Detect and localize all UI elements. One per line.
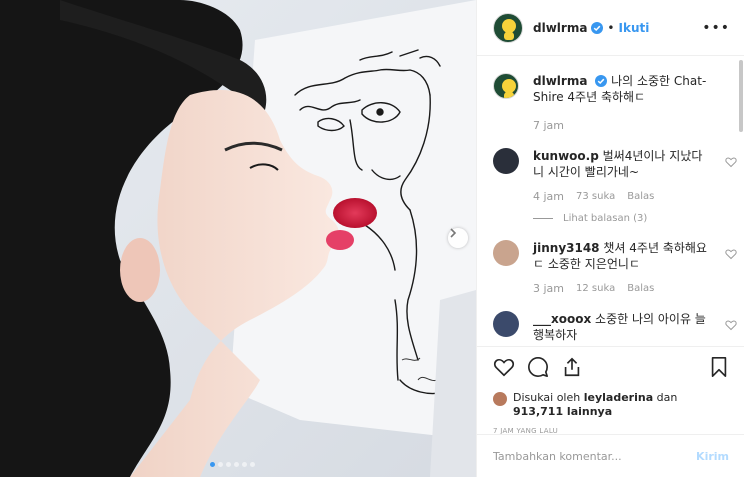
verified-badge-icon <box>595 75 608 87</box>
share-upload-icon[interactable] <box>561 356 583 378</box>
comments-list[interactable]: dlwlrma 나의 소중한 Chat-Shire 4주년 축하해ㄷ 7 jam… <box>477 57 744 345</box>
caption-text: dlwlrma 나의 소중한 Chat-Shire 4주년 축하해ㄷ <box>533 73 713 105</box>
action-icons-row <box>493 355 729 379</box>
commenter-avatar[interactable] <box>493 240 519 266</box>
comment-username[interactable]: kunwoo.p <box>533 149 599 163</box>
comment-meta: 4 jam 73 suka Balas <box>533 190 719 203</box>
caption-time[interactable]: 7 jam <box>533 119 564 132</box>
post-photo[interactable] <box>0 0 476 477</box>
liker-avatar[interactable] <box>493 392 507 406</box>
post-header: dlwlrma • Ikuti ••• <box>477 0 744 56</box>
comment-row: kunwoo.p 벌써4년이나 지났다니 시간이 빨리가네~ <box>493 148 737 180</box>
post-actions: Disukai oleh leyladerina dan 913,711 lai… <box>477 346 744 435</box>
comment-likes-count[interactable]: 12 suka <box>576 283 615 294</box>
add-comment-bar: Kirim <box>477 434 744 477</box>
carousel-dot <box>242 462 247 467</box>
follow-button[interactable]: Ikuti <box>619 21 650 35</box>
comment-time[interactable]: 3 jam <box>533 282 564 295</box>
header-separator: • <box>607 20 615 35</box>
more-options-icon[interactable]: ••• <box>702 20 730 36</box>
like-heart-icon[interactable] <box>493 356 515 378</box>
post-comment-button[interactable]: Kirim <box>696 450 729 463</box>
verified-badge-icon <box>591 21 604 34</box>
comment-text: ___xooox 소중한 나의 아이유 늘 행복하자 <box>533 311 713 343</box>
carousel-dot <box>234 462 239 467</box>
carousel-dot <box>226 462 231 467</box>
commenter-avatar[interactable] <box>493 311 519 337</box>
replies-divider <box>533 218 553 219</box>
caption-meta: 7 jam <box>533 119 719 132</box>
reply-button[interactable]: Balas <box>627 191 654 202</box>
comment-input[interactable] <box>493 449 697 463</box>
author-avatar[interactable] <box>493 12 523 43</box>
view-replies-button[interactable]: Lihat balasan (3) <box>533 213 719 224</box>
carousel-next-button[interactable] <box>448 228 468 248</box>
comment-username[interactable]: ___xooox <box>533 312 591 326</box>
comment-row: jinny3148 챗셔 4주년 축하해요ㄷ 소중한 지은언니ㄷ <box>493 240 737 272</box>
author-username[interactable]: dlwlrma <box>533 21 587 35</box>
post-modal: dlwlrma • Ikuti ••• dlwlrma 나의 소중한 Chat-… <box>0 0 744 477</box>
post-sidebar: dlwlrma • Ikuti ••• dlwlrma 나의 소중한 Chat-… <box>476 0 744 477</box>
comment-username[interactable]: jinny3148 <box>533 241 600 255</box>
comment-row: ___xooox 소중한 나의 아이유 늘 행복하자 <box>493 311 737 343</box>
liked-by-text: Disukai oleh leyladerina dan 913,711 lai… <box>513 391 677 419</box>
caption-row: dlwlrma 나의 소중한 Chat-Shire 4주년 축하해ㄷ <box>493 73 719 105</box>
liked-by: Disukai oleh leyladerina dan 913,711 lai… <box>493 391 729 419</box>
comment-meta: 3 jam 12 suka Balas <box>533 282 719 295</box>
photo-illustration <box>0 0 476 477</box>
liked-by-count[interactable]: 913,711 lainnya <box>513 405 612 418</box>
carousel-dot <box>210 462 215 467</box>
commenter-avatar[interactable] <box>493 148 519 174</box>
like-comment-heart-icon[interactable] <box>725 319 737 331</box>
view-replies-label: Lihat balasan (3) <box>563 213 648 224</box>
like-comment-heart-icon[interactable] <box>725 156 737 168</box>
like-comment-heart-icon[interactable] <box>725 248 737 260</box>
comments-scrollbar[interactable] <box>739 60 743 132</box>
comment-likes-count[interactable]: 73 suka <box>576 191 615 202</box>
bookmark-icon[interactable] <box>709 356 729 378</box>
comment-text: kunwoo.p 벌써4년이나 지났다니 시간이 빨리가네~ <box>533 148 713 180</box>
reply-button[interactable]: Balas <box>627 283 654 294</box>
comment-bubble-icon[interactable] <box>527 356 549 378</box>
carousel-dot <box>218 462 223 467</box>
carousel-dot <box>250 462 255 467</box>
carousel-indicator <box>210 462 255 467</box>
liked-by-user[interactable]: leyladerina <box>584 391 653 404</box>
comment-text: jinny3148 챗셔 4주년 축하해요ㄷ 소중한 지은언니ㄷ <box>533 240 713 272</box>
caption-avatar[interactable] <box>493 73 519 99</box>
chevron-right-icon <box>450 228 457 238</box>
caption-username[interactable]: dlwlrma <box>533 74 587 88</box>
liked-by-prefix: Disukai oleh <box>513 391 584 404</box>
liked-by-and: dan <box>653 391 678 404</box>
comment-time[interactable]: 4 jam <box>533 190 564 203</box>
